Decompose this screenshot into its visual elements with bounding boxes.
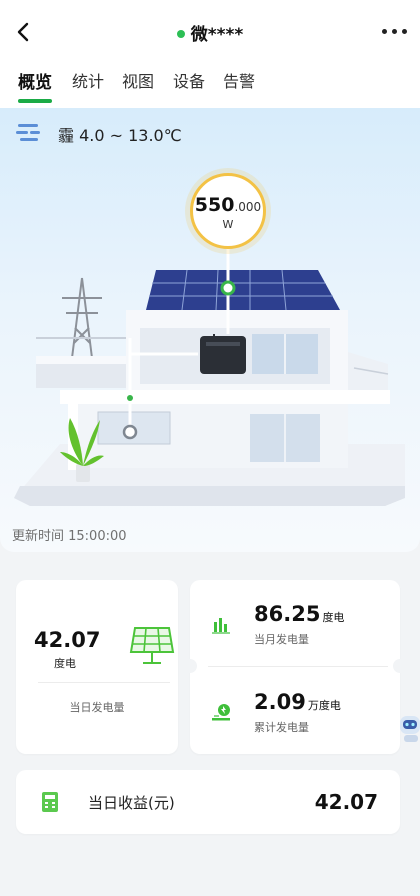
total-generation-label: 累计发电量 [254,721,309,734]
tab-alarms[interactable]: 告警 [223,68,255,92]
solar-panel-icon [129,627,175,664]
tab-overview[interactable]: 概览 [18,68,52,93]
power-decimal: .000 [234,200,262,214]
today-generation-value: 42.07 [34,628,101,652]
active-tab-indicator [18,99,52,103]
more-menu-icon[interactable] [382,24,408,38]
page-title: 微**** [0,20,420,45]
haze-icon [16,124,40,141]
today-generation-unit: 度电 [54,657,76,670]
month-generation-label: 当月发电量 [254,633,309,646]
update-time: 更新时间 15:00:00 [12,529,127,544]
month-generation-value: 86.25 度电 [254,602,344,626]
generation-summary-card[interactable]: 86.25 度电 当月发电量 2.09 万度电 累计发电量 [183,580,407,754]
divider [38,682,170,683]
power-value: 550 [194,194,235,216]
station-overview-hero: 霾 4.0 ~ 13.0℃ 550.000 W 更新时间 15:00:00 [0,108,420,552]
card-notch-left [183,659,197,673]
bar-chart-icon [212,618,230,634]
tab-statistics[interactable]: 统计 [72,68,104,92]
divider [208,666,388,667]
today-income-card[interactable]: 当日收益(元) 42.07 [16,770,400,834]
month-value-text: 86.25 [254,602,321,626]
top-bar: 微**** [0,0,420,62]
power-unit: W [222,218,234,231]
today-generation-card[interactable]: 42.07 度电 当日发电量 [16,580,178,754]
total-value-text: 2.09 [254,690,306,714]
total-generation-value: 2.09 万度电 [254,690,341,714]
online-status-dot [176,30,185,38]
station-name: 微**** [190,25,244,45]
today-generation-label: 当日发电量 [69,701,125,714]
tab-bar: 概览 统计 视图 设备 告警 [0,62,420,108]
tab-devices[interactable]: 设备 [173,68,205,92]
tab-view[interactable]: 视图 [122,68,154,92]
assistant-robot-icon[interactable] [396,710,420,744]
card-notch-right [393,659,407,673]
energy-icon [212,704,230,721]
calculator-icon [42,792,58,812]
today-income-value: 42.07 [314,790,378,814]
realtime-power-bubble: 550.000 W [190,173,266,249]
weather-text: 霾 4.0 ~ 13.0℃ [58,126,182,145]
today-income-label: 当日收益(元) [88,794,175,812]
total-unit: 万度电 [307,699,341,712]
month-unit: 度电 [322,611,345,624]
